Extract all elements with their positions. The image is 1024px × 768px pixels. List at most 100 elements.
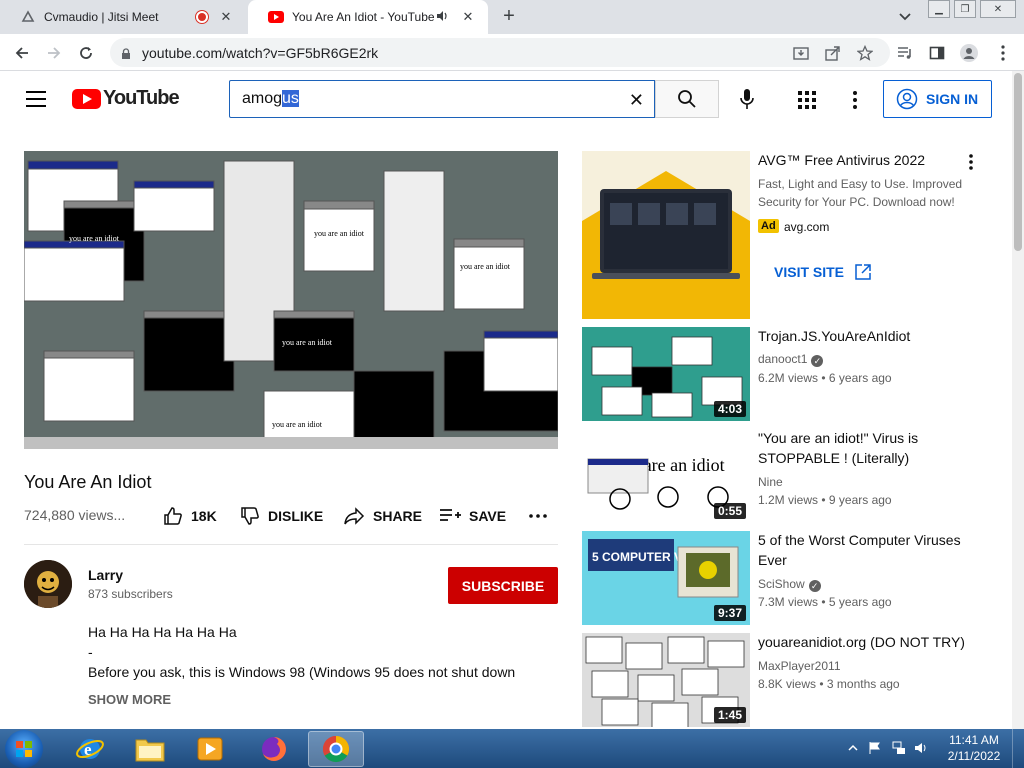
new-tab-icon[interactable]: + bbox=[498, 6, 520, 28]
related-channel[interactable]: Nine bbox=[758, 475, 783, 489]
related-channel[interactable]: SciShow ✓ bbox=[758, 577, 821, 592]
visit-site-label: VISIT SITE bbox=[774, 264, 845, 280]
channel-name[interactable]: Larry bbox=[88, 567, 123, 583]
side-panel-icon[interactable] bbox=[928, 44, 946, 62]
search-query-plain: amog bbox=[242, 90, 283, 107]
share-label: SHARE bbox=[373, 508, 423, 524]
share-button[interactable]: SHARE bbox=[343, 504, 422, 528]
volume-icon[interactable] bbox=[914, 741, 928, 755]
install-app-icon[interactable] bbox=[792, 44, 810, 62]
show-hidden-icons[interactable] bbox=[846, 741, 860, 755]
minimize-icon[interactable]: ▁ bbox=[928, 0, 950, 18]
youtube-favicon-icon bbox=[268, 9, 284, 25]
thumb-caption: you are an idiot bbox=[282, 338, 333, 347]
related-title[interactable]: "You are an idiot!" Virus is STOPPABLE !… bbox=[758, 428, 968, 468]
ad-thumbnail[interactable] bbox=[582, 151, 750, 319]
close-tab-icon[interactable]: ✕ bbox=[460, 9, 476, 25]
ad-description: Fast, Light and Easy to Use. Improved Se… bbox=[758, 177, 963, 209]
search-input[interactable]: amogus ✕ bbox=[229, 80, 655, 118]
related-title[interactable]: Trojan.JS.YouAreAnIdiot bbox=[758, 326, 968, 346]
reload-icon[interactable] bbox=[76, 43, 96, 63]
maximize-icon[interactable]: ❐ bbox=[954, 0, 976, 18]
video-duration: 4:03 bbox=[713, 401, 746, 417]
windows-taskbar: e 11:41 AM 2/11/2022 bbox=[0, 729, 1024, 768]
related-thumbnail[interactable]: 4:03 bbox=[582, 327, 750, 421]
system-clock[interactable]: 11:41 AM 2/11/2022 bbox=[946, 732, 1002, 764]
clock-time: 11:41 AM bbox=[949, 733, 999, 747]
share-arrow-icon bbox=[344, 507, 365, 525]
save-label: SAVE bbox=[469, 508, 507, 524]
address-bar[interactable]: youtube.com/watch?v=GF5bR6GE2rk bbox=[110, 38, 890, 67]
ad-title[interactable]: AVG™ Free Antivirus 2022 bbox=[758, 150, 968, 170]
guide-menu-icon[interactable] bbox=[26, 91, 46, 107]
network-icon[interactable] bbox=[892, 741, 906, 755]
visit-site-button[interactable]: VISIT SITE bbox=[774, 263, 872, 281]
apps-grid-icon[interactable] bbox=[797, 90, 817, 110]
thumbs-up-icon bbox=[164, 507, 182, 525]
chrome-icon[interactable] bbox=[308, 731, 364, 767]
search-icon bbox=[678, 90, 696, 108]
related-thumbnail[interactable]: 1:45 bbox=[582, 633, 750, 727]
thumb-caption: you are an idiot bbox=[69, 234, 120, 243]
clear-search-icon[interactable]: ✕ bbox=[629, 90, 644, 111]
close-tab-icon[interactable]: ✕ bbox=[218, 9, 234, 25]
video-player[interactable]: you are an idiot you are an idiot you ar… bbox=[24, 151, 558, 449]
search-query: amogus bbox=[242, 90, 299, 108]
like-button[interactable]: 18K bbox=[163, 504, 217, 528]
related-channel[interactable]: MaxPlayer2011 bbox=[758, 659, 841, 673]
file-explorer-icon[interactable] bbox=[122, 731, 178, 767]
external-link-icon bbox=[855, 264, 871, 280]
view-count[interactable]: 724,880 views... bbox=[24, 507, 125, 523]
show-desktop-button[interactable] bbox=[1012, 729, 1024, 768]
ad-more-icon[interactable] bbox=[963, 154, 979, 172]
dislike-button[interactable]: DISLIKE bbox=[240, 504, 323, 528]
youtube-logo[interactable]: YouTube bbox=[72, 87, 180, 110]
related-meta: 1.2M views • 9 years ago bbox=[758, 493, 892, 507]
sign-in-button[interactable]: SIGN IN bbox=[883, 80, 992, 118]
related-thumbnail[interactable]: 5 COMPUTER VIRUSES 9:37 bbox=[582, 531, 750, 625]
video-duration: 1:45 bbox=[713, 707, 746, 723]
voice-search-icon[interactable] bbox=[735, 87, 759, 111]
settings-more-icon[interactable] bbox=[845, 90, 865, 110]
firefox-icon[interactable] bbox=[246, 731, 302, 767]
channel-name: danooct1 bbox=[758, 352, 808, 366]
subscribe-button[interactable]: SUBSCRIBE bbox=[448, 567, 558, 604]
browser-menu-icon[interactable] bbox=[994, 44, 1012, 62]
related-thumbnail[interactable]: You are an idiot 0:55 bbox=[582, 429, 750, 523]
save-button[interactable]: SAVE bbox=[439, 504, 506, 528]
divider bbox=[24, 544, 558, 545]
lock-icon[interactable] bbox=[120, 47, 132, 59]
related-title[interactable]: 5 of the Worst Computer Viruses Ever bbox=[758, 530, 968, 570]
close-window-icon[interactable]: ✕ bbox=[980, 0, 1016, 18]
tab-title: You Are An Idiot - YouTube bbox=[292, 10, 435, 24]
page-scrollbar[interactable] bbox=[1012, 71, 1024, 729]
channel-avatar[interactable] bbox=[24, 560, 72, 608]
tab-search-chevron-icon[interactable] bbox=[896, 8, 914, 26]
more-actions-icon[interactable] bbox=[529, 504, 555, 528]
description-line: Ha Ha Ha Ha Ha Ha Ha bbox=[88, 624, 237, 640]
scrollbar-thumb[interactable] bbox=[1014, 73, 1022, 251]
forward-icon[interactable] bbox=[44, 43, 64, 63]
thumb-caption: you are an idiot bbox=[272, 420, 323, 429]
related-channel[interactable]: danooct1 ✓ bbox=[758, 352, 824, 367]
action-center-flag-icon[interactable] bbox=[868, 741, 882, 755]
jitsi-icon bbox=[20, 9, 36, 25]
ad-image bbox=[582, 151, 750, 319]
dislike-label: DISLIKE bbox=[268, 508, 324, 524]
tab-youtube[interactable]: You Are An Idiot - YouTube ✕ bbox=[248, 0, 488, 34]
thumb-caption: you are an idiot bbox=[460, 262, 511, 271]
bookmark-star-icon[interactable] bbox=[856, 44, 874, 62]
browser-tab-strip: Cvmaudio | Jitsi Meet ✕ You Are An Idiot… bbox=[0, 0, 1024, 34]
internet-explorer-icon[interactable]: e bbox=[62, 731, 118, 767]
search-button[interactable] bbox=[655, 80, 719, 118]
audio-playing-icon[interactable] bbox=[436, 10, 448, 25]
media-queue-icon[interactable] bbox=[896, 44, 914, 62]
back-icon[interactable] bbox=[12, 43, 32, 63]
start-button[interactable] bbox=[5, 730, 43, 768]
show-more-button[interactable]: SHOW MORE bbox=[88, 692, 171, 707]
share-page-icon[interactable] bbox=[824, 44, 842, 62]
related-title[interactable]: youareanidiot.org (DO NOT TRY) bbox=[758, 632, 968, 652]
tab-jitsi[interactable]: Cvmaudio | Jitsi Meet ✕ bbox=[0, 0, 246, 34]
media-player-icon[interactable] bbox=[182, 731, 238, 767]
profile-icon[interactable] bbox=[960, 44, 978, 62]
